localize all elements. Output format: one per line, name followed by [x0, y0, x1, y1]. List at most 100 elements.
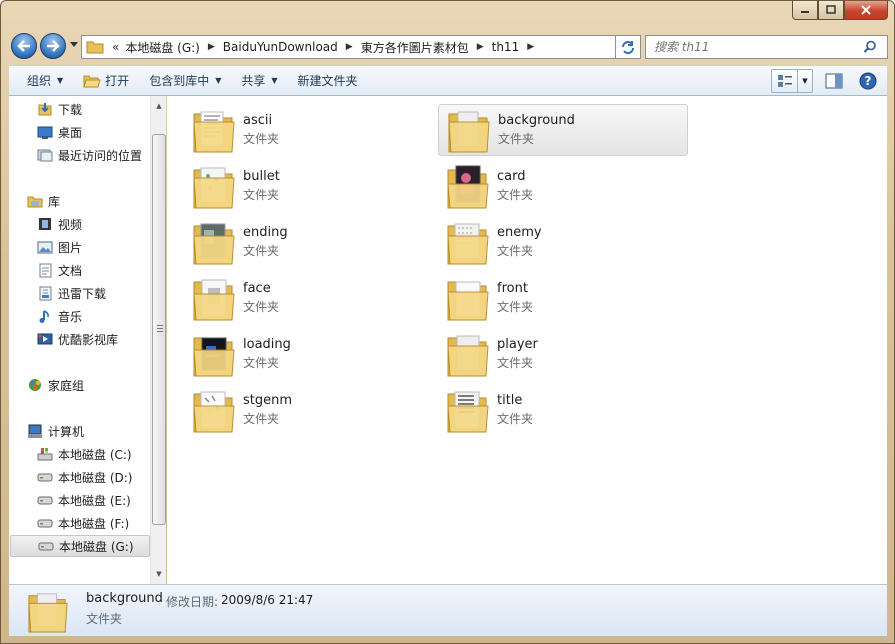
folder-name: bullet: [243, 169, 280, 184]
open-button[interactable]: 打开: [73, 66, 139, 95]
music-icon: [37, 309, 53, 323]
folder-tile-front[interactable]: front 文件夹: [438, 272, 688, 324]
youku-icon: [37, 332, 53, 346]
view-tiles-icon[interactable]: [772, 69, 798, 92]
folder-tile-loading[interactable]: loading 文件夹: [184, 328, 434, 380]
folder-tile-background[interactable]: background 文件夹: [438, 104, 688, 156]
breadcrumb-drive[interactable]: 本地磁盘 (G:) ▶: [125, 39, 222, 56]
drive-icon: [37, 470, 53, 484]
address-overflow-chevron[interactable]: «: [112, 40, 119, 54]
breadcrumb-th11[interactable]: th11 ▶: [492, 40, 543, 54]
help-button[interactable]: ?: [855, 69, 881, 93]
breadcrumb-touhou-pack[interactable]: 東方各作圖片素材包 ▶: [361, 39, 492, 56]
breadcrumb-baiduyun[interactable]: BaiduYunDownload ▶: [223, 40, 361, 54]
folder-tile-stgenm[interactable]: stgenm 文件夹: [184, 384, 434, 436]
details-pane: background 修改日期: 2009/8/6 21:47 文件夹: [9, 584, 887, 636]
address-bar[interactable]: « 本地磁盘 (G:) ▶ BaiduYunDownload ▶ 東方各作圖片素材包…: [81, 35, 641, 59]
folder-type: 文件夹: [498, 132, 535, 146]
recent-pages-dropdown-icon[interactable]: [70, 42, 78, 48]
computer-icon: [27, 424, 43, 438]
folder-icon: [193, 391, 235, 433]
folder-icon: [193, 337, 235, 377]
navigation-bar: « 本地磁盘 (G:) ▶ BaiduYunDownload ▶ 東方各作圖片素材包…: [9, 31, 888, 61]
preview-pane-button[interactable]: [821, 69, 847, 93]
folder-icon: [193, 167, 235, 209]
minimize-icon: [801, 11, 809, 13]
folder-tile-bullet[interactable]: bullet 文件夹: [184, 160, 434, 212]
system-drive-icon: [37, 447, 53, 461]
folder-type: 文件夹: [243, 244, 280, 258]
back-arrow-icon: [17, 40, 30, 52]
chevron-right-icon[interactable]: ▶: [527, 42, 534, 52]
folder-tile-face[interactable]: face 文件夹: [184, 272, 434, 324]
video-icon: [37, 217, 53, 231]
navigation-pane: 下载 桌面 最近访问的位置 库 视频 图片 文档 迅雷下载 音乐 优酷影视库 家…: [9, 96, 166, 584]
folder-name: stgenm: [243, 393, 293, 408]
folder-icon: [448, 111, 490, 153]
folder-type: 文件夹: [497, 188, 534, 202]
folder-name: player: [497, 337, 538, 352]
folder-tile-title[interactable]: title 文件夹: [438, 384, 688, 436]
folder-tile-ascii[interactable]: ascii 文件夹: [184, 104, 434, 156]
help-icon: ?: [859, 72, 877, 89]
forward-button[interactable]: [40, 33, 66, 59]
folder-icon: [193, 223, 235, 265]
close-button[interactable]: [844, 1, 888, 20]
organize-menu[interactable]: 组织 ▼: [9, 66, 73, 95]
folder-name: card: [497, 169, 526, 184]
sidebar-item-libraries[interactable]: 库: [27, 190, 167, 212]
forward-arrow-icon: [47, 40, 60, 52]
close-icon: [861, 5, 871, 15]
libraries-icon: [27, 194, 43, 208]
drive-icon: [37, 493, 53, 507]
folder-tile-ending[interactable]: ending 文件夹: [184, 216, 434, 268]
folder-type: 文件夹: [243, 132, 280, 146]
folder-icon: [193, 279, 235, 321]
window-frame: « 本地磁盘 (G:) ▶ BaiduYunDownload ▶ 東方各作圖片素材包…: [0, 0, 895, 644]
svg-text:?: ?: [865, 74, 872, 88]
thunder-download-icon: [37, 286, 53, 300]
folder-type: 文件夹: [243, 356, 280, 370]
folder-type: 文件夹: [497, 244, 534, 258]
sidebar-item-drive-g[interactable]: 本地磁盘 (G:): [10, 535, 150, 557]
folder-name: enemy: [497, 225, 542, 240]
folder-name: ending: [243, 225, 288, 240]
change-view-button[interactable]: ▼: [771, 68, 813, 93]
view-controls: ▼ ?: [771, 68, 887, 93]
folder-tile-card[interactable]: card 文件夹: [438, 160, 688, 212]
folder-tile-player[interactable]: player 文件夹: [438, 328, 688, 380]
back-button[interactable]: [11, 33, 37, 59]
share-menu[interactable]: 共享 ▼: [231, 66, 287, 95]
scroll-up-icon[interactable]: ▲: [151, 98, 167, 114]
sidebar-item-homegroup[interactable]: 家庭组: [27, 374, 167, 396]
folder-icon: [193, 111, 235, 153]
drive-icon: [38, 539, 54, 553]
dropdown-arrow-icon: ▼: [215, 76, 222, 85]
folder-name: title: [497, 393, 523, 408]
details-modified-label: 修改日期:: [166, 595, 219, 609]
chevron-right-icon[interactable]: ▶: [208, 42, 215, 52]
sidebar-scrollbar[interactable]: ▲ ▼: [150, 96, 166, 584]
new-folder-button[interactable]: 新建文件夹: [288, 66, 368, 95]
chevron-right-icon[interactable]: ▶: [346, 42, 353, 52]
dropdown-arrow-icon: ▼: [57, 76, 64, 85]
folder-type: 文件夹: [243, 300, 280, 314]
include-in-library-menu[interactable]: 包含到库中 ▼: [139, 66, 231, 95]
refresh-button[interactable]: [615, 35, 641, 59]
folder-tile-enemy[interactable]: enemy 文件夹: [438, 216, 688, 268]
sidebar-item-computer[interactable]: 计算机: [27, 420, 167, 442]
recent-places-icon: [37, 148, 53, 162]
search-box[interactable]: [645, 35, 888, 59]
view-dropdown-icon[interactable]: ▼: [798, 77, 812, 85]
folder-icon: [28, 593, 68, 633]
maximize-button[interactable]: [818, 1, 844, 20]
pictures-icon: [37, 240, 53, 254]
search-input[interactable]: [654, 40, 863, 54]
scroll-down-icon[interactable]: ▼: [151, 566, 167, 582]
dropdown-arrow-icon: ▼: [271, 76, 278, 85]
chevron-right-icon[interactable]: ▶: [477, 42, 484, 52]
scrollbar-thumb[interactable]: [152, 134, 166, 525]
minimize-button[interactable]: [792, 1, 818, 20]
folder-icon: [86, 41, 104, 54]
search-icon[interactable]: [863, 40, 881, 54]
